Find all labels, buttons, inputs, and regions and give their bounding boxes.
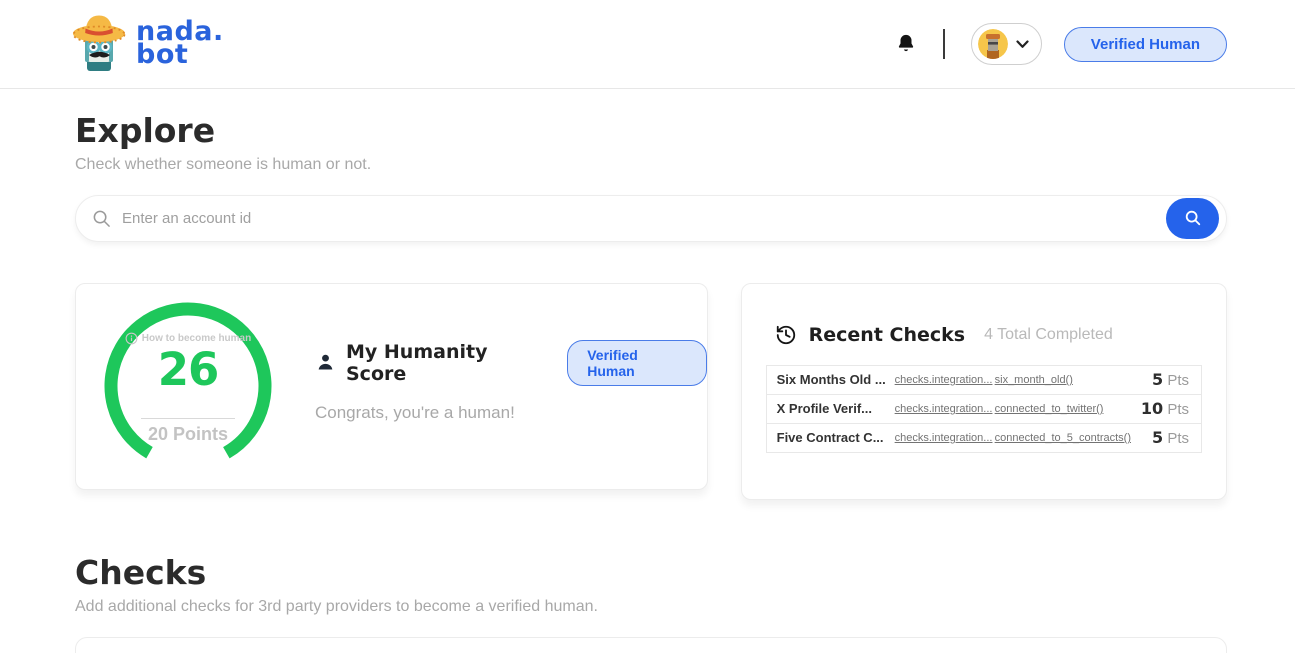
explore-subtitle: Check whether someone is human or not.	[75, 156, 1227, 174]
person-icon	[315, 352, 336, 373]
account-search	[75, 195, 1227, 242]
table-row: Six Months Old ... checks.integration...…	[767, 366, 1201, 394]
search-button[interactable]	[1166, 198, 1219, 239]
score-card-title: My Humanity Score	[346, 341, 549, 385]
humanity-score-value: 26	[103, 343, 273, 396]
table-row: X Profile Verif... checks.integration...…	[767, 394, 1201, 423]
check-module-link[interactable]: checks.integration...	[895, 403, 995, 415]
notification-bell-icon[interactable]	[895, 32, 917, 56]
header-divider	[943, 29, 945, 59]
check-points-unit: Pts	[1163, 401, 1189, 418]
check-points-unit: Pts	[1163, 430, 1189, 447]
history-icon	[775, 324, 797, 346]
recent-checks-card: Recent Checks 4 Total Completed Six Mont…	[741, 283, 1227, 500]
search-button-icon	[1184, 209, 1202, 227]
check-points: 5	[1152, 370, 1163, 389]
score-ring: How to become human 26 20 Points	[103, 301, 273, 471]
check-fn-link[interactable]: connected_to_twitter()	[995, 403, 1131, 415]
check-module-link[interactable]: checks.integration...	[895, 374, 995, 386]
check-name: Five Contract C...	[777, 430, 895, 446]
check-points: 5	[1152, 428, 1163, 447]
account-menu[interactable]	[971, 23, 1042, 65]
check-fn-link[interactable]: connected_to_5_contracts()	[995, 432, 1131, 444]
app-header: nada. bot	[0, 0, 1295, 89]
search-input[interactable]	[75, 195, 1227, 242]
brand-line2: bot	[136, 44, 224, 67]
recent-checks-table: Six Months Old ... checks.integration...…	[766, 365, 1202, 453]
check-fn-link[interactable]: six_month_old()	[995, 374, 1131, 386]
brand-logo[interactable]: nada. bot	[72, 14, 224, 74]
recent-checks-total: 4 Total Completed	[984, 326, 1113, 344]
brand-wordmark: nada. bot	[136, 21, 224, 67]
main-content: Explore Check whether someone is human o…	[0, 89, 1295, 653]
avatar	[978, 29, 1008, 59]
chevron-down-icon	[1016, 40, 1029, 49]
score-divider	[141, 418, 235, 419]
check-module-link[interactable]: checks.integration...	[895, 432, 995, 444]
check-name: X Profile Verif...	[777, 401, 895, 417]
congrats-text: Congrats, you're a human!	[315, 403, 707, 423]
checks-title: Checks	[75, 554, 1227, 592]
check-points-unit: Pts	[1163, 372, 1189, 389]
check-points: 10	[1141, 399, 1163, 418]
table-row: Five Contract C... checks.integration...…	[767, 423, 1201, 452]
score-points: 20 Points	[103, 424, 273, 445]
recent-checks-title: Recent Checks	[809, 324, 965, 346]
search-icon	[92, 209, 111, 228]
checks-list-card	[75, 637, 1227, 653]
explore-title: Explore	[75, 112, 1227, 150]
checks-subtitle: Add additional checks for 3rd party prov…	[75, 598, 1227, 616]
humanity-score-card: How to become human 26 20 Points My Hu	[75, 283, 708, 490]
verified-human-badge: Verified Human	[567, 340, 706, 386]
verified-human-button[interactable]: Verified Human	[1064, 27, 1227, 62]
sombrero-robot-icon	[72, 14, 126, 74]
check-name: Six Months Old ...	[777, 372, 895, 388]
